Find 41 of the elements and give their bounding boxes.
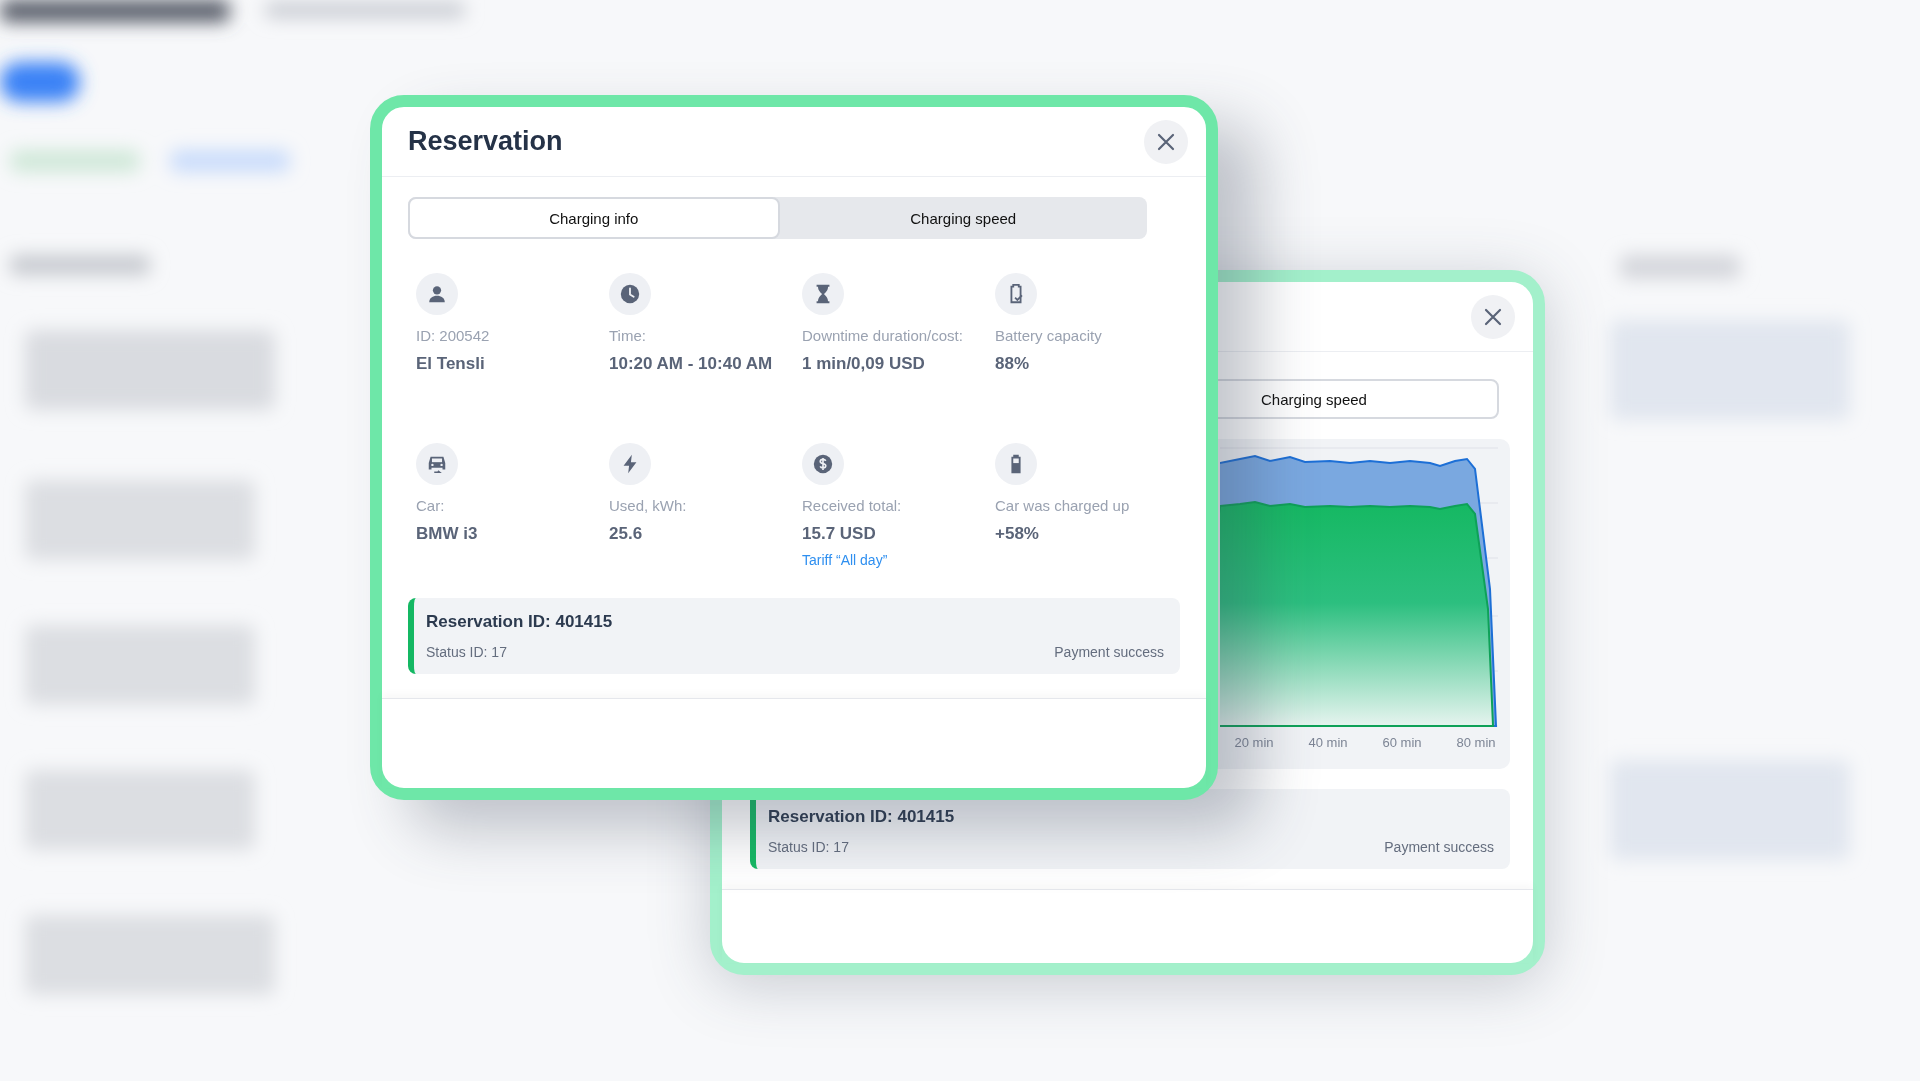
close-button[interactable] (1471, 294, 1515, 339)
axis-label: 40 min (1307, 735, 1349, 750)
field-label: Car was charged up (995, 497, 1130, 514)
hourglass-icon (802, 273, 844, 315)
axis-label: 20 min (1233, 735, 1275, 750)
field-label: Time: (609, 327, 646, 344)
axis-label: 80 min (1455, 735, 1497, 750)
field-value: 10:20 AM - 10:40 AM (609, 354, 773, 374)
field-value: +58% (995, 524, 1039, 544)
field-value: 88% (995, 354, 1030, 374)
close-button[interactable] (1144, 119, 1188, 164)
field-value: BMW i3 (416, 524, 478, 544)
field-value: 1 min/0,09 USD (802, 354, 925, 374)
battery-icon (995, 443, 1037, 485)
clock-icon (609, 273, 651, 315)
person-icon (416, 273, 458, 315)
dialog-title: Reservation (408, 126, 563, 157)
field-label: Car: (416, 497, 445, 514)
bolt-icon (609, 443, 651, 485)
close-icon (1484, 307, 1502, 326)
field-label: Received total: (802, 497, 902, 514)
reservation-title: Reservation ID: 401415 (426, 612, 614, 632)
axis-label: 60 min (1381, 735, 1423, 750)
reservation-title: Reservation ID: 401415 (768, 807, 956, 827)
field-label: Downtime duration/cost: (802, 327, 963, 344)
field-label: Battery capacity (995, 327, 1102, 344)
field-value: El Tensli (416, 354, 485, 374)
close-icon (1157, 132, 1175, 151)
payment-status: Payment success (1054, 644, 1164, 660)
status-text: Status ID: 17 (768, 839, 849, 855)
field-label: Used, kWh: (609, 497, 687, 514)
field-label: ID: 200542 (416, 327, 490, 344)
tab[interactable]: Charging speed (779, 197, 1147, 239)
tab[interactable]: Charging info (408, 197, 780, 239)
payment-status: Payment success (1384, 839, 1494, 855)
field-value: 25.6 (609, 524, 643, 544)
car-icon (416, 443, 458, 485)
field-value: 15.7 USD (802, 524, 876, 544)
battery-check-icon (995, 273, 1037, 315)
status-text: Status ID: 17 (426, 644, 507, 660)
dollar-icon (802, 443, 844, 485)
